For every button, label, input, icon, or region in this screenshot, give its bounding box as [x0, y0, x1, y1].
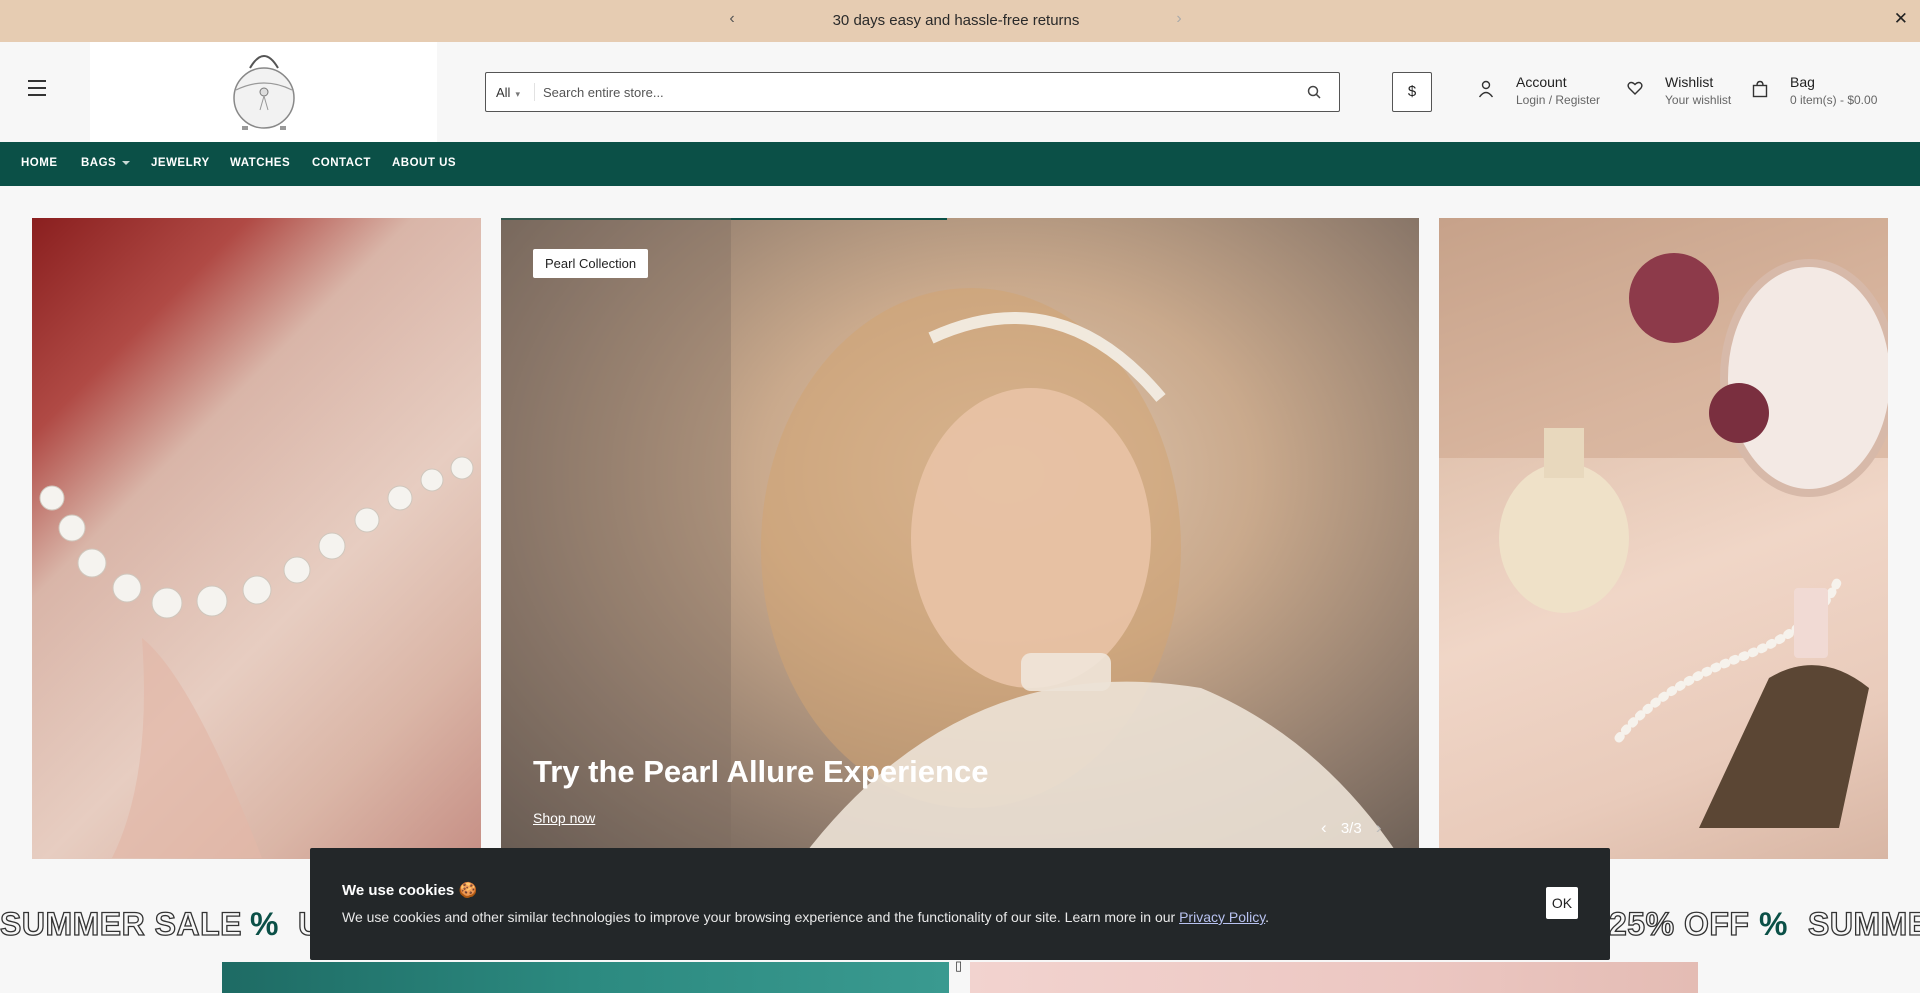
pearl-necklace-image: [39, 456, 474, 858]
hero-slide-next[interactable]: [1439, 218, 1888, 859]
percent-icon: %: [250, 906, 279, 942]
search-category-select[interactable]: All ▾: [496, 85, 520, 100]
logo[interactable]: [90, 42, 437, 142]
shop-now-link[interactable]: Shop now: [533, 810, 595, 826]
collection-badge: Pearl Collection: [533, 249, 649, 278]
hamburger-icon[interactable]: [28, 80, 46, 96]
main-nav: HOME BAGS JEWELRY WATCHES CONTACT ABOUT …: [0, 142, 1920, 186]
category-tile-pearls[interactable]: [970, 962, 1698, 993]
search-category-label: All: [496, 85, 511, 100]
category-tile-diamonds[interactable]: [222, 962, 949, 993]
marquee-text: SUMME: [1807, 905, 1920, 942]
search-input[interactable]: [543, 77, 1283, 107]
nav-item-watches[interactable]: WATCHES: [230, 157, 290, 169]
cookie-body: We use cookies and other similar technol…: [342, 909, 1269, 925]
site-header: All ▾ $ Account Login / Register Wishlist…: [0, 42, 1920, 142]
close-icon[interactable]: ✕: [1894, 9, 1908, 29]
bag-subtitle: 0 item(s) - $0.00: [1790, 93, 1878, 107]
cookie-icon: 🍪: [458, 882, 478, 899]
nav-item-bags[interactable]: BAGS: [81, 157, 131, 169]
announcement-message: 30 days easy and hassle-free returns: [832, 12, 1080, 29]
cookie-banner: We use cookies 🍪 We use cookies and othe…: [310, 848, 1610, 960]
search-bar: All ▾: [485, 72, 1340, 112]
hero-title: Try the Pearl Allure Experience: [533, 754, 989, 789]
nav-item-about-us[interactable]: ABOUT US: [392, 157, 456, 169]
announcement-bar: ‹ 30 days easy and hassle-free returns ›…: [0, 0, 1920, 42]
chevron-down-icon: ▾: [515, 89, 520, 99]
slider-pager: ‹ 3/3 ›: [1321, 818, 1382, 838]
heart-icon: [1627, 80, 1643, 101]
slide-counter: 3/3: [1340, 820, 1362, 837]
account-title: Account: [1516, 74, 1567, 90]
arrow-right-icon[interactable]: ›: [1376, 818, 1382, 837]
search-icon[interactable]: [1307, 85, 1321, 104]
user-icon: [1478, 80, 1494, 103]
marquee-text: SUMMER SALE: [0, 905, 242, 942]
hero-slide-active: Pearl Collection Try the Pearl Allure Ex…: [501, 218, 1419, 859]
cookie-title-text: We use cookies: [342, 882, 455, 899]
chevron-right-icon[interactable]: ›: [1172, 10, 1186, 28]
search-divider: [534, 83, 535, 101]
wishlist-subtitle: Your wishlist: [1665, 93, 1732, 107]
nav-item-contact[interactable]: CONTACT: [312, 157, 371, 169]
percent-icon: %: [1759, 906, 1788, 942]
account-subtitle: Login / Register: [1516, 93, 1601, 107]
cookie-title: We use cookies 🍪: [342, 881, 477, 899]
cookie-body-period: .: [1265, 909, 1270, 925]
bag-icon: [1752, 80, 1768, 103]
privacy-policy-link[interactable]: Privacy Policy: [1179, 909, 1265, 925]
bag-title: Bag: [1790, 74, 1815, 90]
arrow-left-icon[interactable]: ‹: [1321, 818, 1327, 837]
nav-item-bags-label: BAGS: [81, 157, 117, 169]
currency-selector[interactable]: $: [1392, 72, 1432, 112]
marquee-text: 25% OFF: [1608, 905, 1750, 942]
wishlist-title: Wishlist: [1665, 74, 1714, 90]
nav-item-jewelry[interactable]: JEWELRY: [151, 157, 210, 169]
bag-logo-icon: [233, 55, 295, 130]
hero-slide-prev[interactable]: [32, 218, 481, 859]
cookie-body-text: We use cookies and other similar technol…: [342, 909, 1176, 925]
tile-icon: ▯: [955, 958, 963, 973]
nav-item-home[interactable]: HOME: [21, 157, 58, 169]
vanity-table-image: [1439, 218, 1888, 828]
caret-down-icon: [122, 160, 131, 165]
cookie-ok-button[interactable]: OK: [1546, 887, 1578, 919]
